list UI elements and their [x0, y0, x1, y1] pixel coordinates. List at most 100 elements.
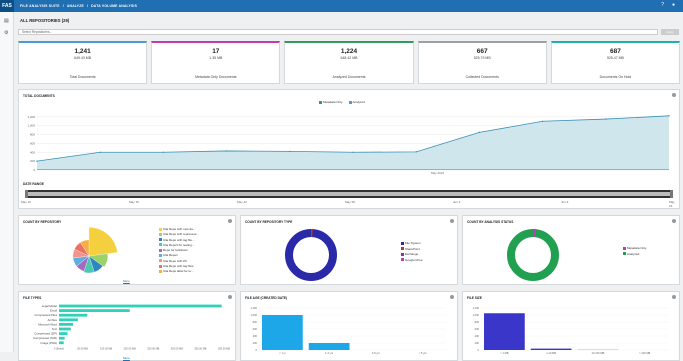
date-range-slider[interactable]: [25, 190, 673, 198]
legend-item[interactable]: File System: [401, 241, 423, 245]
kpi-value: 687: [552, 48, 679, 55]
gear-icon[interactable]: [450, 295, 454, 299]
apply-button[interactable]: Apply: [661, 29, 679, 35]
legend-swatch: [159, 270, 162, 273]
legend-item[interactable]: Ulia Repo with reprocess...: [159, 232, 199, 236]
date-range-handle-right[interactable]: [670, 190, 673, 198]
repository-legend: Ulia Repo with new da...Ulia Repo with r…: [159, 227, 199, 273]
x-tick-label: 250.00 MB: [171, 347, 183, 350]
donut-slice-analyzed: [511, 233, 555, 277]
gear-icon[interactable]: [450, 219, 454, 223]
breadcrumb-root[interactable]: FILE ANALYSIS SUITE: [20, 4, 60, 8]
legend-item[interactable]: Ulia Repo3 for testing...: [159, 243, 199, 247]
gear-icon[interactable]: [228, 219, 232, 223]
legend-item[interactable]: Ulia Repo with PII: [159, 259, 199, 263]
legend-item[interactable]: Analyzed: [623, 252, 647, 256]
file-type-label: Microsoft Word: [38, 322, 57, 326]
legend-label: Ulia Repo with new da...: [163, 227, 195, 231]
file-type-label: Image (PNG): [41, 341, 58, 345]
analyzed-point: [100, 152, 101, 153]
help-icon[interactable]: ?: [661, 2, 664, 8]
y-tick-label: 1,200: [473, 306, 480, 310]
kpi-metadata[interactable]: 171.35 MBMetadata Only Documents: [151, 41, 280, 84]
legend-item[interactable]: Ulia Repo1: [159, 253, 199, 257]
legend-label: Ulia Repo with tag file...: [163, 238, 195, 242]
y-tick-label: 0: [33, 168, 35, 172]
analyzed-point: [36, 160, 37, 161]
file-type-label: Compressed Files: [34, 313, 57, 317]
analyzed-point: [163, 152, 164, 153]
document-icon[interactable]: ▤: [4, 18, 9, 24]
repository-select[interactable]: Select Repositories...: [18, 29, 658, 35]
legend-swatch: [401, 247, 404, 250]
kpi-collected[interactable]: 667525.79 MB Collected Documents: [418, 41, 547, 84]
legend-label: Analyzed: [627, 252, 639, 256]
y-tick-label: 600: [475, 327, 480, 331]
legend-label: Ulia Repo with tag files: [163, 264, 194, 268]
gear-icon[interactable]: [672, 219, 676, 223]
x-tick-label: 50.00 MB: [77, 347, 88, 350]
tools-icon[interactable]: ⚙: [4, 30, 8, 36]
kpi-size: 525.79 MB: [419, 56, 546, 60]
date-range-tick: Jun 3: [453, 200, 460, 204]
breadcrumb-analyze[interactable]: ANALYZE: [67, 4, 84, 8]
breadcrumb-sep: /: [87, 4, 88, 8]
file-type-bar: [59, 309, 130, 312]
analyzed-point: [226, 150, 227, 151]
kpi-row: 1,241649.43 MBTotal Documents 171.35 MBM…: [18, 41, 680, 84]
legend-item[interactable]: Google Drive: [401, 258, 423, 262]
date-range-handle-left[interactable]: [25, 190, 28, 198]
y-tick-label: 1,200: [251, 306, 258, 310]
legend-label: Ulia Repo label for te...: [163, 269, 194, 273]
card-title: COUNT BY ANALYSIS STATUS: [467, 220, 513, 224]
legend-swatch: [159, 265, 162, 268]
kpi-analyzed[interactable]: 1,224648.42 MBAnalyzed Documents: [284, 41, 413, 84]
kpi-value: 667: [419, 48, 546, 55]
legend-label: Ulia Repo with reprocess...: [163, 232, 199, 236]
gear-icon[interactable]: [672, 295, 676, 299]
y-tick-label: 1,000: [473, 313, 480, 317]
more-link[interactable]: More: [123, 356, 130, 360]
y-tick-label: 800: [253, 320, 258, 324]
legend-item[interactable]: SharePoint: [401, 247, 423, 251]
y-tick-label: 200: [475, 341, 480, 345]
kpi-size: 648.42 MB: [285, 56, 412, 60]
repository-pie-chart: [59, 224, 139, 284]
legend-item[interactable]: Ulia Repo with tag files: [159, 264, 199, 268]
legend-item[interactable]: Ulia Repo label for te...: [159, 269, 199, 273]
app-logo[interactable]: FAS: [0, 0, 14, 12]
card-title: COUNT BY REPOSITORY TYPE: [245, 220, 292, 224]
kpi-value: 1,241: [19, 48, 146, 55]
legend-item[interactable]: Repo for lockdown: [159, 248, 199, 252]
legend-swatch: [159, 254, 162, 257]
file-type-label: Legal Model: [42, 304, 58, 308]
y-tick-label: 400: [475, 334, 480, 338]
bar: [309, 343, 350, 350]
file-type-bar: [59, 341, 64, 344]
legend-item[interactable]: Exchange: [401, 252, 423, 256]
legend-swatch: [159, 238, 162, 241]
breadcrumb: FILE ANALYSIS SUITE / ANALYZE / DATA VOL…: [20, 4, 137, 8]
y-tick-label: 800: [475, 320, 480, 324]
legend-label: File System: [405, 241, 421, 245]
kpi-total[interactable]: 1,241649.43 MBTotal Documents: [18, 41, 147, 84]
legend-swatch: [159, 259, 162, 262]
legend-swatch: [623, 247, 626, 250]
kpi-size: 1.35 MB: [152, 56, 279, 60]
file-types-bar-chart: Legal ModelEmailCompressed FilesArchiveM…: [19, 298, 237, 358]
kpi-label: Collected Documents: [419, 75, 546, 79]
legend-item[interactable]: Ulia Repo with tag file...: [159, 238, 199, 242]
legend-item[interactable]: Metadata Only: [623, 246, 647, 250]
x-axis-label: May 2021: [431, 171, 444, 175]
user-icon[interactable]: ●: [672, 2, 675, 8]
legend-item[interactable]: Ulia Repo with new da...: [159, 227, 199, 231]
kpi-label: Analyzed Documents: [285, 75, 412, 79]
repository-pie-slice: [89, 227, 117, 256]
more-link[interactable]: More: [123, 279, 130, 283]
kpi-on-hold[interactable]: 687525.47 MBDocuments On Hold: [551, 41, 680, 84]
kpi-label: Total Documents: [19, 75, 146, 79]
card-title: COUNT BY REPOSITORY: [23, 220, 61, 224]
file-type-bar: [59, 318, 78, 321]
kpi-size: 525.47 MB: [552, 56, 679, 60]
breadcrumb-current: DATA VOLUME ANALYSIS: [91, 4, 137, 8]
